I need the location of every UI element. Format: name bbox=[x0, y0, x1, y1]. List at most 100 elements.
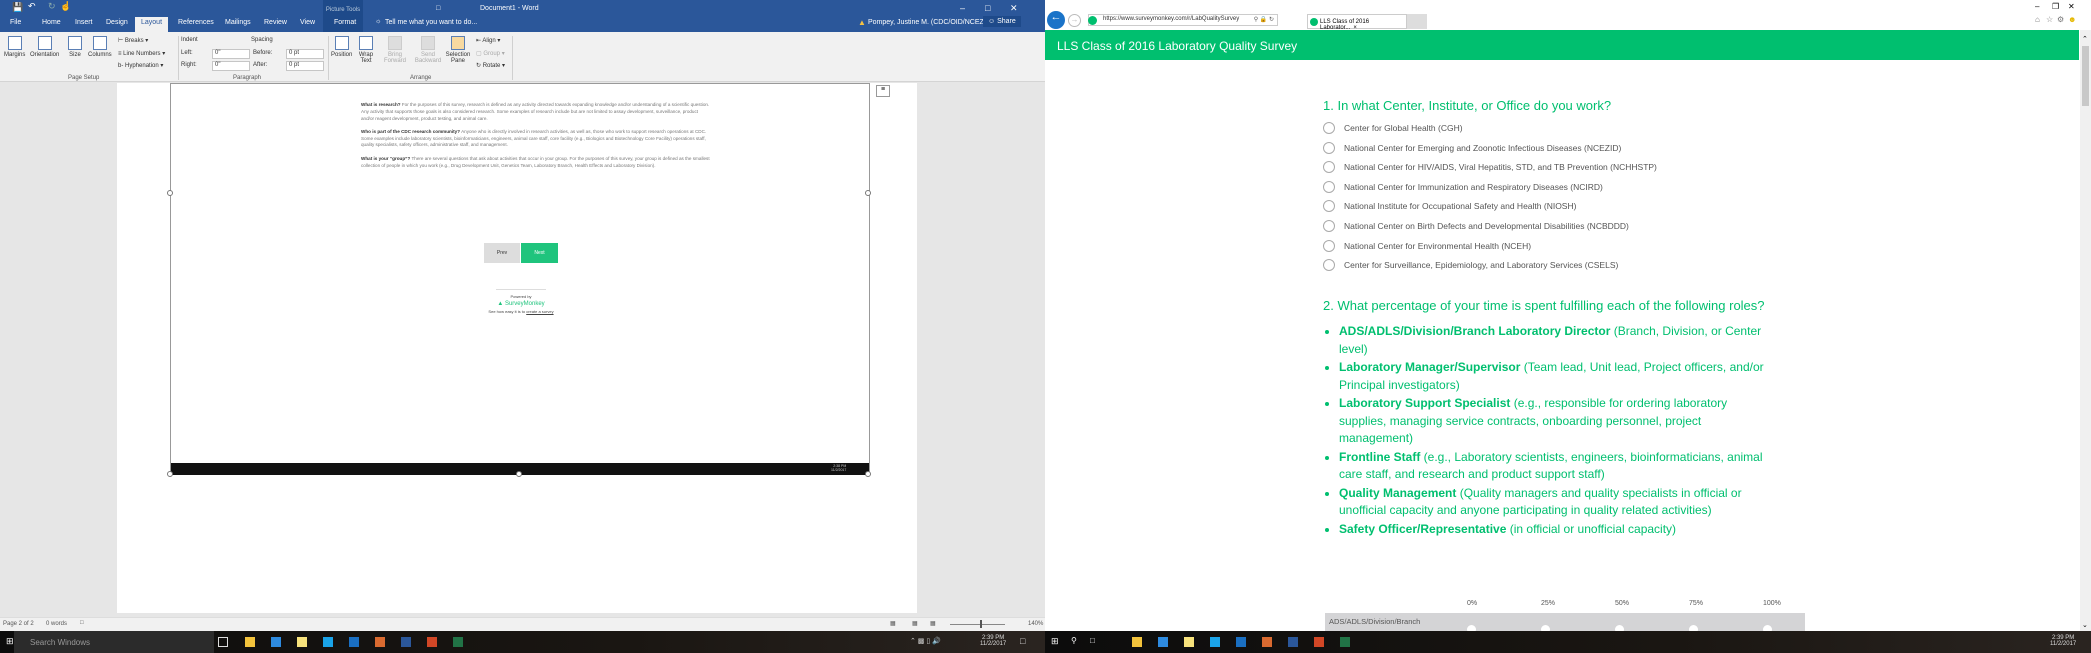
paint-icon[interactable] bbox=[1262, 637, 1272, 647]
powerpoint-icon[interactable] bbox=[427, 637, 437, 647]
q1-option[interactable]: Center for Global Health (CGH) bbox=[1323, 122, 1463, 134]
windows-start-icon[interactable]: ⊞ bbox=[6, 636, 14, 647]
indent-right-input[interactable]: 0" bbox=[212, 61, 250, 71]
next-button[interactable]: Next bbox=[521, 243, 558, 263]
system-tray-icons[interactable]: ⌃ ▩ ▯ 🔊 bbox=[910, 637, 941, 645]
home-icon[interactable]: ⌂ bbox=[2035, 15, 2040, 24]
margins-button[interactable]: Margins bbox=[4, 36, 25, 58]
prev-button[interactable]: Prev bbox=[484, 243, 520, 263]
browser-minimize-button[interactable]: – bbox=[2035, 2, 2039, 11]
file-explorer-icon[interactable] bbox=[245, 637, 255, 647]
size-button[interactable]: Size bbox=[68, 36, 82, 58]
close-button[interactable]: ✕ bbox=[1010, 3, 1018, 14]
settings-gear-icon[interactable]: ⚙ bbox=[2057, 15, 2064, 24]
sticky-notes-icon[interactable] bbox=[1184, 637, 1194, 647]
tab-mailings[interactable]: Mailings bbox=[225, 19, 251, 26]
clock[interactable]: 2:39 PM 11/2/2017 bbox=[2050, 635, 2076, 647]
tab-design[interactable]: Design bbox=[106, 19, 128, 26]
web-layout-icon[interactable]: ▦ bbox=[930, 620, 936, 627]
edge-icon[interactable] bbox=[271, 637, 281, 647]
maximize-button[interactable]: □ bbox=[985, 3, 990, 13]
back-button[interactable]: ← bbox=[1047, 11, 1065, 29]
vertical-scrollbar[interactable]: ⌃ ⌄ bbox=[2080, 30, 2091, 631]
redo-icon[interactable]: ↻ bbox=[48, 1, 56, 12]
selection-pane-button[interactable]: Selection Pane bbox=[444, 36, 472, 64]
powerpoint-icon[interactable] bbox=[1314, 637, 1324, 647]
favorites-star-icon[interactable]: ☆ bbox=[2046, 15, 2053, 24]
file-explorer-icon[interactable] bbox=[1132, 637, 1142, 647]
tab-references[interactable]: References bbox=[178, 19, 214, 26]
outlook-icon[interactable] bbox=[1236, 637, 1246, 647]
print-layout-icon[interactable]: ▦ bbox=[912, 620, 918, 627]
action-center-icon[interactable]: □ bbox=[1020, 636, 1025, 646]
paint-icon[interactable] bbox=[375, 637, 385, 647]
resize-handle[interactable] bbox=[865, 190, 871, 196]
resize-handle[interactable] bbox=[167, 471, 173, 477]
zoom-level[interactable]: 140% bbox=[1028, 621, 1043, 627]
group-button[interactable]: ▢ Group ▾ bbox=[476, 50, 505, 57]
breaks-button[interactable]: ⊢ Breaks ▾ bbox=[118, 37, 148, 44]
spacing-after-input[interactable]: 0 pt bbox=[286, 61, 324, 71]
zoom-slider-thumb[interactable] bbox=[980, 620, 982, 628]
align-button[interactable]: ⇤ Align ▾ bbox=[476, 37, 500, 44]
resize-handle[interactable] bbox=[167, 190, 173, 196]
bring-forward-button[interactable]: Bring Forward bbox=[380, 36, 410, 64]
radio-button[interactable] bbox=[1323, 141, 1335, 154]
radio-button[interactable] bbox=[1323, 161, 1335, 174]
q1-option[interactable]: National Center on Birth Defects and Dev… bbox=[1323, 220, 1629, 232]
radio-button[interactable] bbox=[1323, 259, 1335, 272]
task-view-icon[interactable]: □ bbox=[1090, 636, 1095, 645]
line-numbers-button[interactable]: ≡ Line Numbers ▾ bbox=[118, 50, 165, 57]
resize-handle[interactable] bbox=[516, 471, 522, 477]
radio-button[interactable] bbox=[1323, 122, 1335, 134]
excel-icon[interactable] bbox=[1340, 637, 1350, 647]
radio-button[interactable] bbox=[1323, 220, 1335, 232]
proofing-icon[interactable]: □ bbox=[80, 620, 84, 626]
search-icon[interactable]: ⚲ bbox=[1071, 636, 1077, 645]
browser-close-button[interactable]: ✕ bbox=[2068, 2, 2075, 11]
undo-icon[interactable]: ↶ bbox=[28, 1, 36, 12]
q1-option[interactable]: National Institute for Occupational Safe… bbox=[1323, 200, 1576, 213]
tab-view[interactable]: View bbox=[300, 19, 315, 26]
outlook-icon[interactable] bbox=[349, 637, 359, 647]
hyphenation-button[interactable]: b‐ Hyphenation ▾ bbox=[118, 62, 163, 69]
browser-restore-button[interactable]: ❐ bbox=[2052, 2, 2059, 11]
spacing-before-input[interactable]: 0 pt bbox=[286, 49, 324, 59]
word-icon[interactable] bbox=[1288, 637, 1298, 647]
minimize-button[interactable]: – bbox=[960, 3, 965, 13]
word-icon[interactable] bbox=[401, 637, 411, 647]
feedback-smiley-icon[interactable]: ☻ bbox=[2068, 15, 2076, 24]
q1-option[interactable]: National Center for Emerging and Zoonoti… bbox=[1323, 141, 1621, 154]
orientation-button[interactable]: Orientation bbox=[30, 36, 59, 58]
layout-options-icon[interactable]: ≡ bbox=[876, 85, 890, 97]
create-survey-link[interactable]: create a survey bbox=[526, 309, 553, 314]
inserted-screenshot-picture[interactable]: What is research? For the purposes of th… bbox=[167, 83, 871, 477]
touch-mode-icon[interactable]: ☝ bbox=[60, 1, 71, 12]
skype-icon[interactable] bbox=[1210, 637, 1220, 647]
radio-button[interactable] bbox=[1323, 200, 1335, 213]
q1-option[interactable]: National Center for Environmental Health… bbox=[1323, 239, 1531, 252]
tab-layout[interactable]: Layout bbox=[135, 17, 169, 32]
clock[interactable]: 2:39 PM 11/2/2017 bbox=[980, 635, 1006, 647]
tab-file[interactable]: File bbox=[10, 19, 21, 26]
save-icon[interactable]: 💾 bbox=[12, 2, 23, 13]
sticky-notes-icon[interactable] bbox=[297, 637, 307, 647]
search-windows-box[interactable]: Search Windows bbox=[14, 631, 214, 653]
tell-me-search[interactable]: Tell me what you want to do... bbox=[385, 19, 477, 26]
position-button[interactable]: Position bbox=[331, 36, 352, 58]
q1-option[interactable]: Center for Surveillance, Epidemiology, a… bbox=[1323, 259, 1618, 272]
excel-icon[interactable] bbox=[453, 637, 463, 647]
q1-option[interactable]: National Center for Immunization and Res… bbox=[1323, 180, 1603, 193]
rotate-button[interactable]: ↻ Rotate ▾ bbox=[476, 62, 505, 69]
word-count[interactable]: 0 words bbox=[46, 621, 67, 627]
radio-button[interactable] bbox=[1323, 180, 1335, 193]
zoom-slider[interactable] bbox=[950, 624, 1005, 625]
resize-handle[interactable] bbox=[865, 471, 871, 477]
wrap-text-button[interactable]: Wrap Text bbox=[356, 36, 376, 64]
read-mode-icon[interactable]: ▦ bbox=[890, 620, 896, 627]
q1-option[interactable]: National Center for HIV/AIDS, Viral Hepa… bbox=[1323, 161, 1657, 174]
browser-tab[interactable]: LLS Class of 2016 Laborator... × bbox=[1307, 14, 1407, 31]
radio-button[interactable] bbox=[1323, 239, 1335, 252]
tab-review[interactable]: Review bbox=[264, 19, 287, 26]
indent-left-input[interactable]: 0" bbox=[212, 49, 250, 59]
